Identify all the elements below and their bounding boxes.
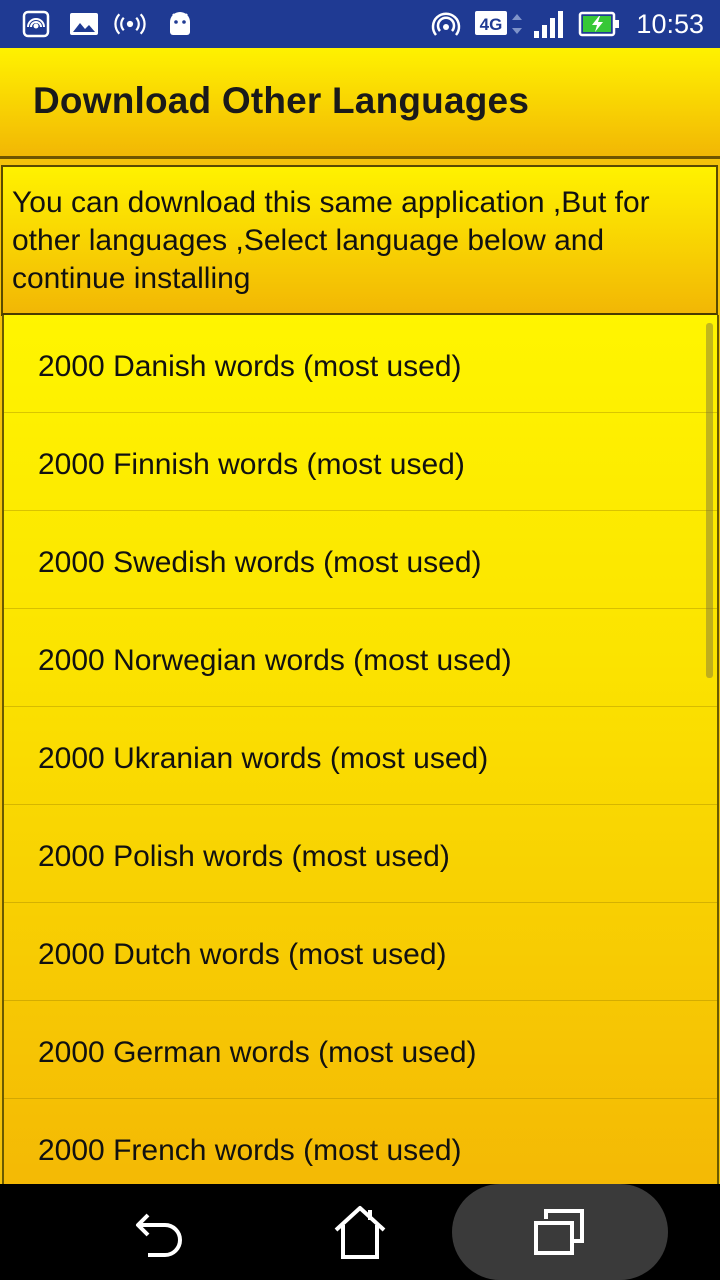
wifi-hotspot-icon	[430, 8, 462, 40]
list-item-label: 2000 French words (most used)	[38, 1134, 462, 1167]
list-item-french[interactable]: 2000 French words (most used)	[4, 1099, 717, 1184]
list-item-danish[interactable]: 2000 Danish words (most used)	[4, 315, 717, 413]
broadcast-icon	[114, 8, 146, 40]
list-item-finnish[interactable]: 2000 Finnish words (most used)	[4, 413, 717, 511]
back-button[interactable]	[120, 1184, 200, 1280]
android-icon	[164, 8, 196, 40]
list-item-label: 2000 Finnish words (most used)	[38, 448, 465, 481]
signal-icon	[530, 8, 570, 40]
list-item-norwegian[interactable]: 2000 Norwegian words (most used)	[4, 609, 717, 707]
image-icon	[68, 8, 100, 40]
list-item-swedish[interactable]: 2000 Swedish words (most used)	[4, 511, 717, 609]
home-button[interactable]	[320, 1184, 400, 1280]
list-item-dutch[interactable]: 2000 Dutch words (most used)	[4, 903, 717, 1001]
recents-button[interactable]	[520, 1184, 600, 1280]
list-item-label: 2000 Swedish words (most used)	[38, 546, 482, 579]
list-item-label: 2000 Dutch words (most used)	[38, 938, 447, 971]
home-icon	[334, 1206, 386, 1259]
title-bar: Download Other Languages	[0, 48, 720, 159]
list-item-ukranian[interactable]: 2000 Ukranian words (most used)	[4, 707, 717, 805]
back-icon	[136, 1213, 182, 1257]
list-item-label: 2000 Ukranian words (most used)	[38, 742, 489, 775]
list-item-german[interactable]: 2000 German words (most used)	[4, 1001, 717, 1099]
navigation-bar	[0, 1184, 720, 1280]
hotspot-icon	[20, 8, 52, 40]
list-item-label: 2000 German words (most used)	[38, 1036, 477, 1069]
app-content: Download Other Languages You can downloa…	[0, 48, 720, 1184]
recents-icon	[534, 1209, 584, 1255]
clock: 10:53	[636, 9, 704, 39]
network-4g-icon: 4G	[474, 8, 524, 40]
status-bar: 4G 10:53	[0, 0, 720, 48]
battery-charging-icon	[578, 8, 620, 40]
description-box: You can download this same application ,…	[1, 165, 718, 316]
list-item-polish[interactable]: 2000 Polish words (most used)	[4, 805, 717, 903]
list-item-label: 2000 Norwegian words (most used)	[38, 644, 512, 677]
language-list[interactable]: 2000 Danish words (most used) 2000 Finni…	[2, 315, 719, 1184]
description-text: You can download this same application ,…	[12, 186, 650, 295]
list-item-label: 2000 Danish words (most used)	[38, 350, 462, 383]
list-scrollbar[interactable]	[706, 323, 713, 678]
svg-text:4G: 4G	[480, 15, 503, 34]
list-item-label: 2000 Polish words (most used)	[38, 840, 450, 873]
page-title: Download Other Languages	[33, 80, 530, 121]
